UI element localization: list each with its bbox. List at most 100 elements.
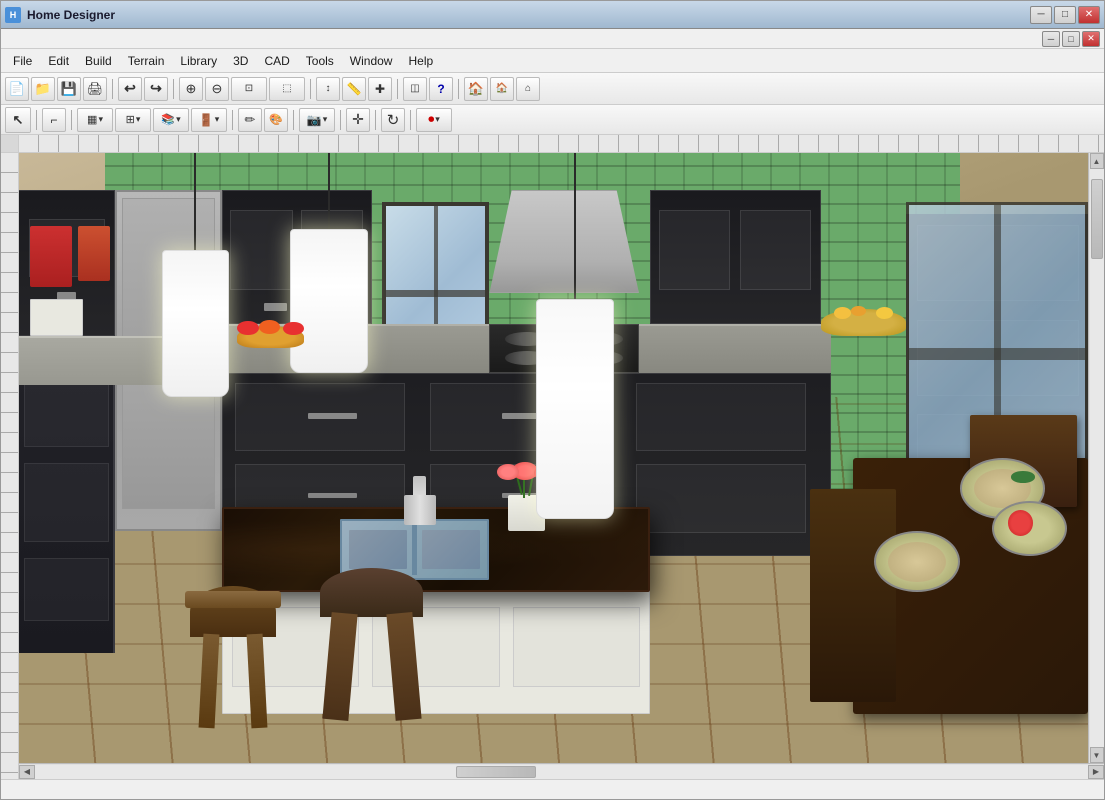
scroll-track-horizontal[interactable]	[35, 765, 1088, 779]
maximize-button[interactable]: □	[1054, 6, 1076, 24]
house-front-button[interactable]: 🏠	[490, 77, 514, 101]
rotate-button[interactable]	[381, 108, 405, 132]
vertical-ruler	[1, 135, 19, 779]
print-button[interactable]	[83, 77, 107, 101]
scroll-track-vertical[interactable]	[1090, 169, 1104, 747]
scroll-down-arrow[interactable]: ▼	[1090, 747, 1104, 763]
shelf-item-red	[30, 226, 73, 287]
separator-3	[310, 79, 311, 99]
paint-button[interactable]	[264, 108, 288, 132]
library-button[interactable]: 📚	[153, 108, 189, 132]
dining-chair-2	[810, 489, 896, 703]
polyline-button[interactable]: ⌐	[42, 108, 66, 132]
scroll-thumb-horizontal[interactable]	[456, 766, 536, 778]
shelf-item-dark	[78, 226, 110, 281]
rec-button[interactable]	[416, 108, 452, 132]
measure-button[interactable]	[342, 77, 366, 101]
open-button[interactable]	[31, 77, 55, 101]
plate-3	[992, 501, 1067, 556]
counter-fruits	[233, 312, 308, 349]
application-window: H Home Designer ─ □ ✕ ─ □ ✕ File Edit Bu…	[0, 0, 1105, 800]
house-aerial-button[interactable]: ⌂	[516, 77, 540, 101]
move-button[interactable]	[346, 108, 370, 132]
separator-2	[173, 79, 174, 99]
menu-tools[interactable]: Tools	[298, 52, 342, 70]
sep-t2-4	[293, 110, 294, 130]
menu-library[interactable]: Library	[172, 52, 225, 70]
house-view-button[interactable]	[464, 77, 488, 101]
window-controls: ─ □ ✕	[1030, 6, 1100, 24]
main-area: 3D Kitchen Interior ▲ ▼ ◀ ▶	[1, 135, 1104, 779]
menu-bar: File Edit Build Terrain Library 3D CAD T…	[1, 49, 1104, 73]
wall-button[interactable]: ▦	[77, 108, 113, 132]
menu-cad[interactable]: CAD	[256, 52, 297, 70]
ruler-corner	[1, 135, 19, 153]
fit-window-button[interactable]: ⊡	[231, 77, 267, 101]
help-button[interactable]: ?	[429, 77, 453, 101]
new-button[interactable]	[5, 77, 29, 101]
menu-help[interactable]: Help	[400, 52, 441, 70]
faucet	[404, 495, 436, 526]
status-bar	[1, 779, 1104, 799]
minimize-button[interactable]: ─	[1030, 6, 1052, 24]
inner-maximize[interactable]: □	[1062, 31, 1080, 47]
viewport-row: 3D Kitchen Interior ▲ ▼	[19, 153, 1104, 763]
horizontal-scrollbar[interactable]: ◀ ▶	[19, 763, 1104, 779]
separator-4	[397, 79, 398, 99]
vertical-scrollbar[interactable]: ▲ ▼	[1088, 153, 1104, 763]
inner-window-controls: ─ □ ✕	[1, 29, 1104, 49]
stool-2	[308, 568, 436, 763]
inner-minimize[interactable]: ─	[1042, 31, 1060, 47]
title-bar: H Home Designer ─ □ ✕	[1, 1, 1104, 29]
camera-button[interactable]	[299, 108, 335, 132]
viewport-container: 3D Kitchen Interior ▲ ▼ ◀ ▶	[19, 135, 1104, 779]
sep-t2-7	[410, 110, 411, 130]
island-base-white	[222, 580, 650, 714]
fruit-bowl	[821, 287, 907, 336]
zoom-out-button[interactable]: ⊖	[205, 77, 229, 101]
separator-1	[112, 79, 113, 99]
app-icon: H	[5, 7, 21, 23]
3d-viewport[interactable]: 3D Kitchen Interior	[19, 153, 1088, 763]
scroll-left-arrow[interactable]: ◀	[19, 765, 35, 779]
menu-3d[interactable]: 3D	[225, 52, 256, 70]
door-button[interactable]	[191, 108, 227, 132]
window-title: Home Designer	[27, 8, 1030, 22]
menu-terrain[interactable]: Terrain	[120, 52, 173, 70]
toolbar-2: ⌐ ▦ ⊞ 📚	[1, 105, 1104, 135]
select-button[interactable]	[6, 108, 30, 132]
sep-t2-3	[232, 110, 233, 130]
pendant-light-3	[532, 153, 618, 519]
inner-close[interactable]: ✕	[1082, 31, 1100, 47]
sep-t2-2	[71, 110, 72, 130]
undo-button[interactable]	[118, 77, 142, 101]
menu-window[interactable]: Window	[342, 52, 401, 70]
cross-button[interactable]: ✚	[368, 77, 392, 101]
cabinet-button[interactable]: ⊞	[115, 108, 151, 132]
separator-5	[458, 79, 459, 99]
redo-button[interactable]	[144, 77, 168, 101]
pencil-button[interactable]	[238, 108, 262, 132]
zoom-in-button[interactable]: ⊕	[179, 77, 203, 101]
save-button[interactable]	[57, 77, 81, 101]
sep-t2-5	[340, 110, 341, 130]
reference-button[interactable]: ↕	[316, 77, 340, 101]
scroll-thumb-vertical[interactable]	[1091, 179, 1103, 259]
cam-perspective[interactable]: ◫	[403, 77, 427, 101]
zoom-box-button[interactable]: ⬚	[269, 77, 305, 101]
close-button[interactable]: ✕	[1078, 6, 1100, 24]
sep-t2-6	[375, 110, 376, 130]
upper-cabinet-back-right	[650, 190, 821, 324]
stool-1	[179, 586, 286, 757]
select-tools	[5, 107, 31, 133]
toolbar-1: ⊕ ⊖ ⊡ ⬚ ↕ ✚ ◫ ? 🏠 ⌂	[1, 73, 1104, 105]
scroll-up-arrow[interactable]: ▲	[1090, 153, 1104, 169]
pendant-light-1	[158, 153, 233, 397]
sep-t2-1	[36, 110, 37, 130]
menu-build[interactable]: Build	[77, 52, 120, 70]
menu-file[interactable]: File	[5, 52, 40, 70]
counter-object-1	[30, 299, 83, 336]
menu-edit[interactable]: Edit	[40, 52, 77, 70]
horizontal-ruler	[19, 135, 1104, 153]
scroll-right-arrow[interactable]: ▶	[1088, 765, 1104, 779]
